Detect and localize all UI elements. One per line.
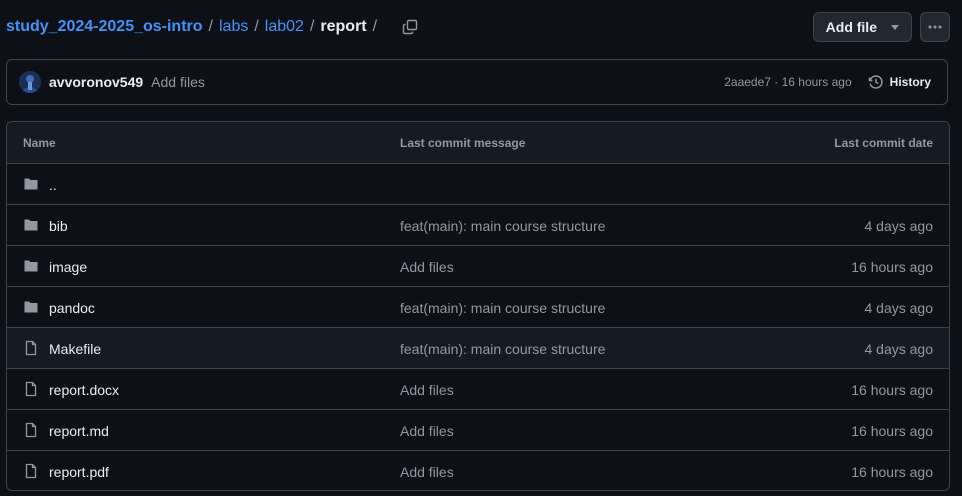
- folder-icon: [24, 301, 38, 313]
- file-icon: [25, 422, 37, 438]
- commit-date: 4 days ago: [864, 218, 934, 234]
- file-name[interactable]: report.md: [49, 423, 109, 439]
- commit-message-link[interactable]: Add files: [400, 259, 454, 275]
- table-row[interactable]: report.md Add files 16 hours ago: [7, 410, 949, 451]
- file-name[interactable]: pandoc: [49, 300, 95, 316]
- file-icon: [25, 340, 37, 356]
- file-name[interactable]: image: [49, 259, 87, 275]
- header-actions: Add file: [812, 12, 950, 42]
- breadcrumb-separator: /: [309, 18, 315, 35]
- copy-path-button[interactable]: [399, 16, 421, 38]
- breadcrumb-current: report: [320, 18, 367, 35]
- commit-message-link[interactable]: feat(main): main course structure: [400, 341, 605, 357]
- commit-message[interactable]: Add files: [151, 74, 205, 90]
- folder-icon: [24, 178, 38, 190]
- table-row[interactable]: image Add files 16 hours ago: [7, 246, 949, 287]
- breadcrumb-lab02-link[interactable]: lab02: [265, 18, 304, 36]
- commit-date: 4 days ago: [864, 300, 934, 316]
- breadcrumb-labs-link[interactable]: labs: [219, 18, 248, 36]
- file-name[interactable]: ..: [49, 177, 57, 193]
- folder-icon: [24, 260, 38, 272]
- add-file-label: Add file: [825, 19, 877, 35]
- add-file-button[interactable]: Add file: [812, 12, 912, 42]
- copy-icon: [402, 19, 418, 35]
- avatar-image-icon: [19, 71, 41, 93]
- table-row[interactable]: report.docx Add files 16 hours ago: [7, 369, 949, 410]
- file-name[interactable]: report.pdf: [49, 464, 109, 480]
- history-label: History: [889, 75, 931, 89]
- chevron-down-icon: [891, 24, 899, 30]
- commit-date: 16 hours ago: [851, 259, 933, 275]
- commit-message-link[interactable]: Add files: [400, 464, 454, 480]
- commit-message-link[interactable]: feat(main): main course structure: [400, 218, 605, 234]
- table-row[interactable]: pandoc feat(main): main course structure…: [7, 287, 949, 328]
- commit-message-link[interactable]: Add files: [400, 423, 454, 439]
- breadcrumb-repo-link[interactable]: study_2024-2025_os-intro: [6, 18, 203, 36]
- breadcrumb: study_2024-2025_os-intro / labs / lab02 …: [6, 18, 383, 36]
- table-row-parent[interactable]: ..: [7, 164, 949, 205]
- commit-author[interactable]: avvoronov549: [49, 74, 143, 90]
- table-row[interactable]: bib feat(main): main course structure 4 …: [7, 205, 949, 246]
- column-header-name: Name: [23, 136, 56, 150]
- header: study_2024-2025_os-intro / labs / lab02 …: [6, 10, 950, 44]
- breadcrumb-separator: /: [208, 18, 213, 35]
- commit-message-link[interactable]: Add files: [400, 382, 454, 398]
- commit-meta: 2aaede7 · 16 hours ago History: [724, 74, 931, 90]
- file-icon: [25, 381, 37, 397]
- file-icon: [25, 463, 37, 479]
- avatar[interactable]: [19, 71, 41, 93]
- table-row[interactable]: report.pdf Add files 16 hours ago: [7, 451, 949, 490]
- column-header-date: Last commit date: [834, 136, 933, 150]
- breadcrumb-separator: /: [254, 18, 259, 35]
- latest-commit-bar: avvoronov549 Add files 2aaede7 · 16 hour…: [6, 59, 948, 105]
- commit-date: 16 hours ago: [851, 423, 933, 439]
- history-button[interactable]: History: [868, 74, 931, 90]
- commit-date: 4 days ago: [864, 341, 934, 357]
- more-options-button[interactable]: [920, 12, 950, 42]
- file-name[interactable]: report.docx: [49, 382, 119, 398]
- file-name[interactable]: Makefile: [49, 341, 101, 357]
- history-icon: [868, 75, 883, 89]
- file-name[interactable]: bib: [49, 218, 68, 234]
- commit-hash-time[interactable]: 2aaede7 · 16 hours ago: [724, 75, 851, 89]
- kebab-horizontal-icon: [928, 25, 942, 29]
- column-header-message: Last commit message: [400, 136, 526, 150]
- folder-icon: [24, 219, 38, 231]
- commit-date: 16 hours ago: [851, 464, 933, 480]
- commit-date: 16 hours ago: [851, 382, 933, 398]
- file-table: Name Last commit message Last commit dat…: [6, 121, 950, 491]
- table-row[interactable]: Makefile feat(main): main course structu…: [7, 328, 949, 369]
- commit-message-link[interactable]: feat(main): main course structure: [400, 300, 605, 316]
- breadcrumb-separator: /: [372, 18, 378, 35]
- table-header: Name Last commit message Last commit dat…: [7, 122, 949, 164]
